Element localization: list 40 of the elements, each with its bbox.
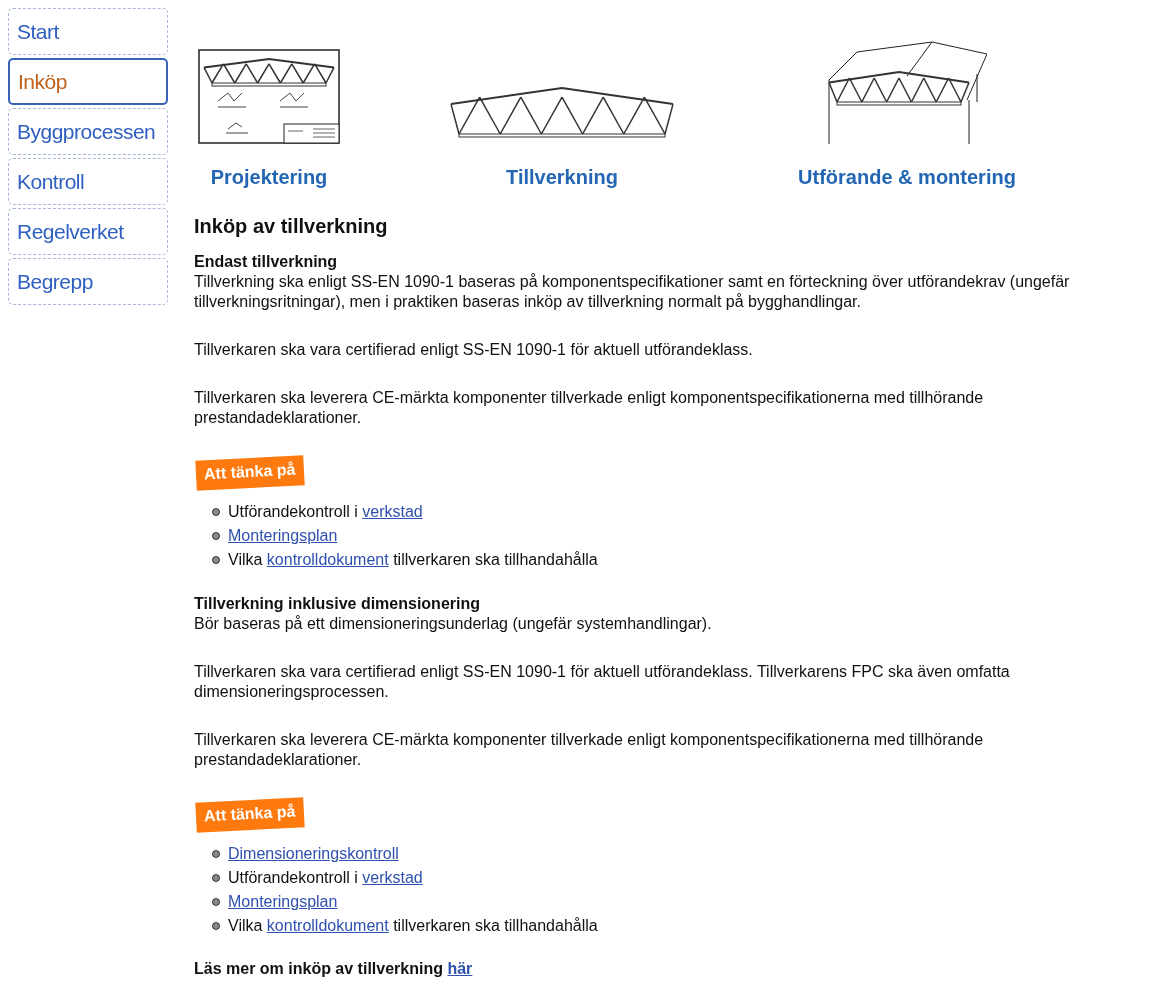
link[interactable]: verkstad (362, 869, 423, 886)
section-heading: Tillverkning inklusive dimensionering (194, 594, 481, 614)
paragraph: Tillverkaren ska vara certifierad enligt SS-EN 1090-1 för aktuell utförandeklass. (194, 340, 754, 360)
paragraph: Bör baseras på ett dimensioneringsunderlag (ungefär systemhandlingar). (194, 614, 713, 634)
link[interactable]: Monteringsplan (228, 527, 338, 544)
bullet-icon (212, 874, 220, 882)
read-more-text: Läs mer om inköp av tillverkning här (194, 960, 474, 978)
bullet-icon (212, 922, 220, 930)
note-label: Att tänka på (195, 455, 305, 491)
list-item: Utförandekontroll i verkstad (228, 502, 423, 522)
nav-item[interactable]: Start (8, 8, 168, 55)
list-item: Utförandekontroll i verkstad (228, 868, 423, 888)
link[interactable]: Dimensioneringskontroll (228, 845, 399, 862)
phase-link[interactable]: Utförande & montering (798, 166, 1016, 189)
bullet-icon (212, 508, 220, 516)
phase-link[interactable]: Projektering (210, 166, 328, 189)
bullet-icon (212, 898, 220, 906)
link[interactable]: kontrolldokument (266, 917, 389, 934)
phase-link[interactable]: Tillverkning (506, 166, 618, 189)
link[interactable]: verkstad (362, 503, 423, 520)
nav-item[interactable]: Kontroll (8, 158, 168, 205)
list-item: Vilka kontrolldokument tillverkaren ska tillhandahålla (228, 550, 598, 570)
bullet-icon (212, 556, 220, 564)
paragraph: Tillverkaren ska leverera CE-märkta komponenter tillverkade enligt komponentspecifikationerna med tillhörande prestandadeklarationer. (194, 388, 985, 428)
section-heading: Endast tillverkning (194, 252, 339, 272)
nav-item[interactable]: Byggprocessen (8, 108, 168, 155)
paragraph: Tillverkaren ska vara certifierad enligt SS-EN 1090-1 för aktuell utförandeklass. Tillverkarens FPC ska även omfatta dimensioneringsprocessen. (194, 662, 1011, 702)
link[interactable]: kontrolldokument (266, 551, 389, 568)
note-label: Att tänka på (195, 797, 305, 833)
bullet-icon (212, 532, 220, 540)
link[interactable]: Monteringsplan (228, 893, 338, 910)
bullet-icon (212, 850, 220, 858)
nav-item[interactable]: Begrepp (8, 258, 168, 305)
paragraph: Tillverkaren ska leverera CE-märkta komponenter tillverkade enligt komponentspecifikationerna med tillhörande prestandadeklarationer. (194, 730, 985, 770)
nav-item[interactable]: Inköp (8, 58, 168, 105)
nav-item[interactable]: Regelverket (8, 208, 168, 255)
paragraph: Tillverkning ska enligt SS-EN 1090-1 baseras på komponentspecifikationer samt en förteckning över utförandekrav (ungefär tillverkningsritningar), men i praktiken baseras inköp av tillverkning normalt på bygghandlingar. (194, 272, 1071, 312)
list-item: Vilka kontrolldokument tillverkaren ska tillhandahålla (228, 916, 598, 936)
link[interactable]: här (447, 960, 473, 977)
page-title: Inköp av tillverkning (194, 215, 389, 238)
